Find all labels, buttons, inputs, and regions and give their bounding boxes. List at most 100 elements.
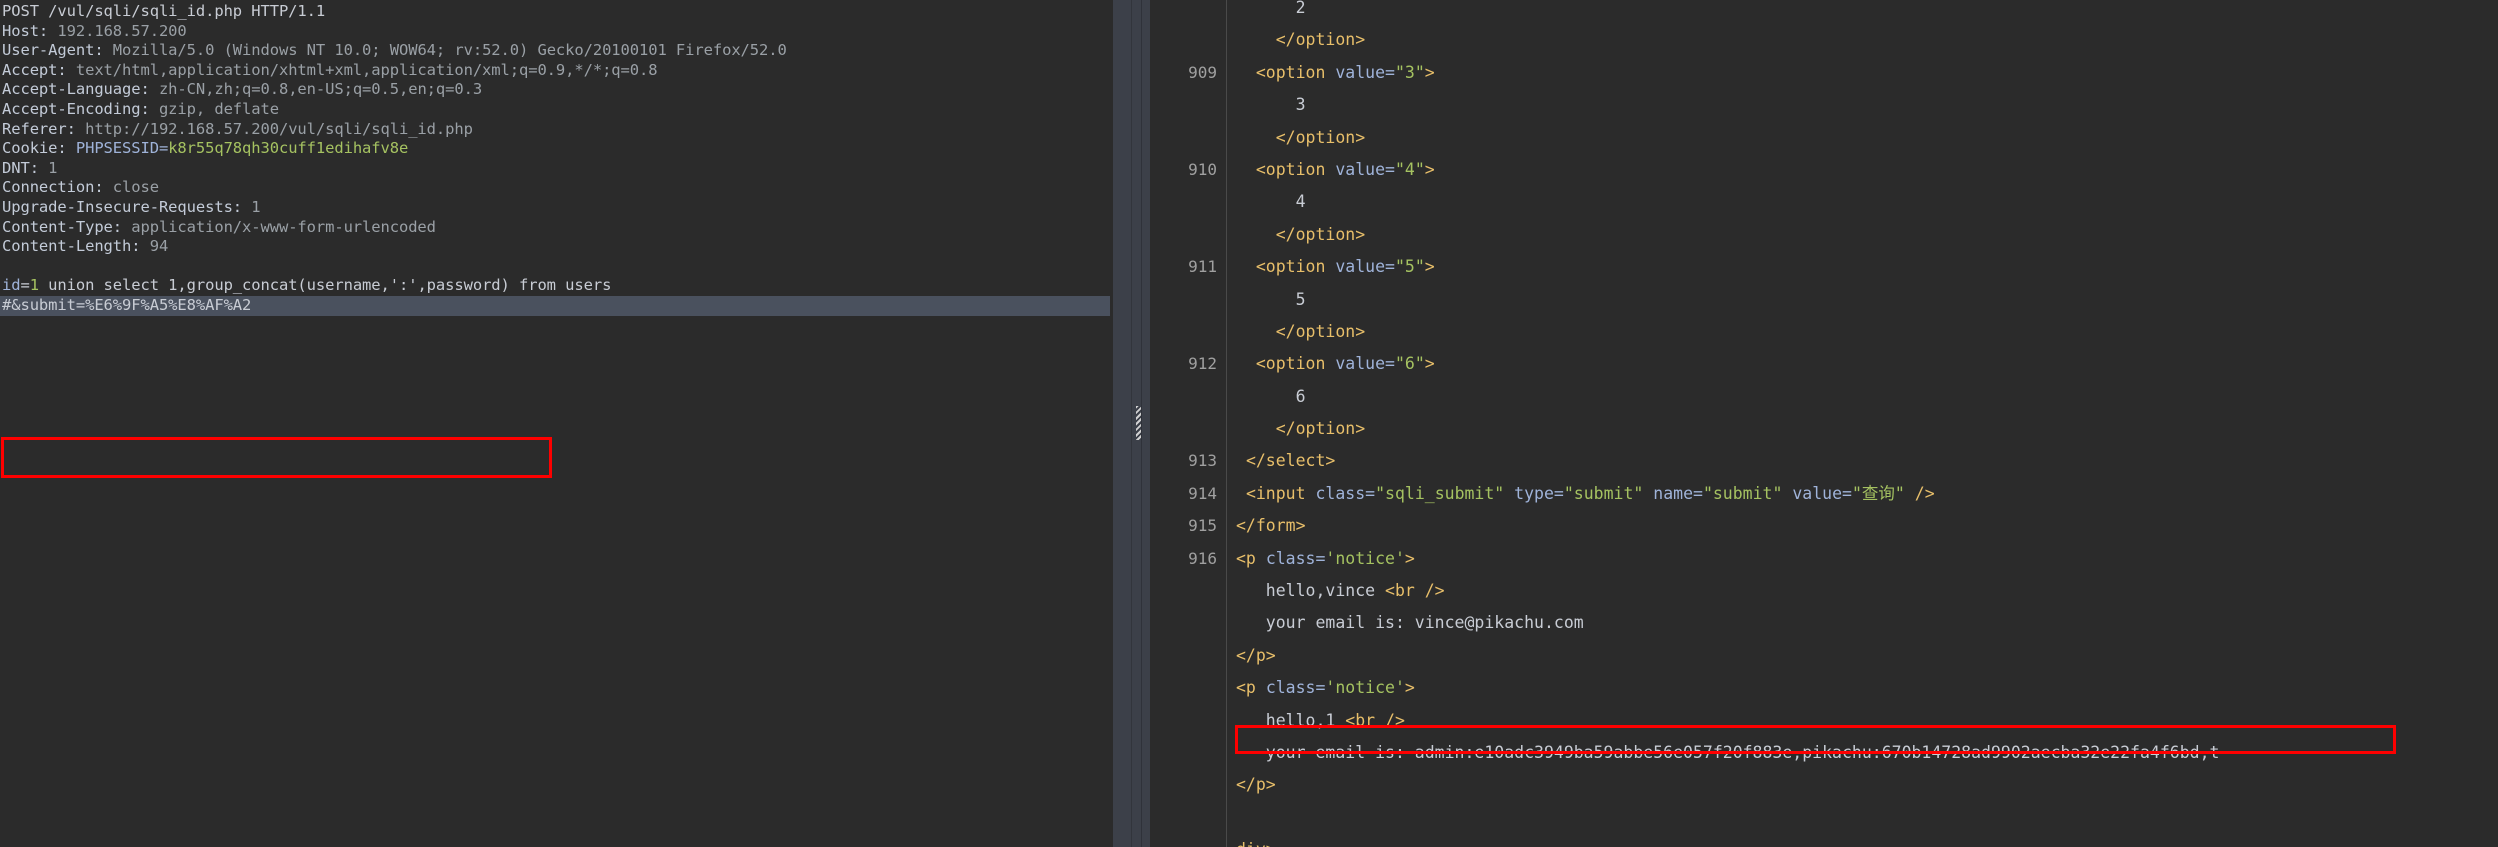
code-line[interactable]: 912 <option value="6"> <box>1165 348 2498 381</box>
code-token-str: 'notice' <box>1325 678 1405 698</box>
param-value: 1 <box>29 276 39 295</box>
header-name: Content-Type: <box>2 217 123 236</box>
line-number <box>1165 769 1226 802</box>
code-token-tag: </option> <box>1275 321 1366 341</box>
line-number: 909 <box>1165 56 1226 90</box>
code-line[interactable]: </option> <box>1165 121 2498 154</box>
request-line[interactable]: Content-Length: 94 <box>0 237 1110 257</box>
code-line[interactable]: 915 </form> <box>1165 510 2498 543</box>
code-line[interactable]: 910 <option value="4"> <box>1165 153 2498 187</box>
code-token-attr: class= <box>1315 483 1376 503</box>
code-line[interactable]: </option> <box>1165 315 2498 349</box>
header-name: Cookie: <box>2 139 67 158</box>
request-line[interactable]: Upgrade-Insecure-Requests: 1 <box>0 198 1110 218</box>
code-line[interactable]: your email is: admin:e10adc3949ba59abbe5… <box>1165 736 2498 770</box>
http-request-lines[interactable]: POST /vul/sqli/sqli_id.php HTTP/1.1 Host:… <box>0 0 1110 316</box>
code-line[interactable]: your email is: vince@pikachu.com <box>1165 607 2498 640</box>
code-line[interactable]: </p> <box>1165 639 2498 673</box>
code-line[interactable]: 911 <option value="5"> <box>1165 251 2498 284</box>
code-line[interactable]: 6 <box>1165 380 2498 414</box>
header-name: Content-Length: <box>2 237 141 256</box>
code-token-str: "4" <box>1394 159 1425 179</box>
code-token-punc <box>1236 160 1256 179</box>
code-text: 6 <box>1227 381 2498 413</box>
line-number <box>1165 380 1226 414</box>
code-token-punc <box>1236 257 1256 276</box>
code-text: </select> <box>1227 445 2498 477</box>
cookie-value: k8r55q78qh30cuff1edihafv8e <box>168 139 409 158</box>
line-number <box>1165 24 1226 57</box>
code-text: </option> <box>1227 24 2498 56</box>
code-token-txt: 3 <box>1236 95 1306 115</box>
code-line[interactable]: </option> <box>1165 24 2498 57</box>
code-token-punc <box>1236 63 1256 82</box>
code-line[interactable]: </option> <box>1165 413 2498 446</box>
request-line[interactable]: User-Agent: Mozilla/5.0 (Windows NT 10.0… <box>0 41 1110 61</box>
code-line[interactable]: </p> <box>1165 769 2498 802</box>
code-line[interactable]: </option> <box>1165 218 2498 252</box>
request-line[interactable]: Referer: http://192.168.57.200/vul/sqli/… <box>0 120 1110 140</box>
request-line[interactable]: Host: 192.168.57.200 <box>0 22 1110 42</box>
request-line[interactable]: Accept-Language: zh-CN,zh;q=0.8,en-US;q=… <box>0 80 1110 100</box>
code-token-tag: <br /> <box>1385 581 1445 601</box>
code-token-tag: > <box>1424 354 1435 374</box>
request-line[interactable]: Content-Type: application/x-www-form-url… <box>0 218 1110 238</box>
code-line[interactable]: hello,1 <br /> <box>1165 704 2498 737</box>
code-line[interactable]: <p class='notice'> <box>1165 672 2498 705</box>
code-token-str: "6" <box>1394 354 1425 374</box>
header-value: gzip, deflate <box>149 99 279 118</box>
line-number <box>1165 413 1226 446</box>
code-line[interactable]: 5 <box>1165 283 2498 316</box>
line-number <box>1165 218 1226 252</box>
code-line[interactable]: hello,vince <br /> <box>1165 575 2498 608</box>
code-line[interactable]: 4 <box>1165 186 2498 219</box>
source-code-panel[interactable]: 2 </option> 909 <option value="3"> 3 </op… <box>1165 0 2498 847</box>
code-token-str: "sqli_submit" <box>1375 483 1505 503</box>
request-line[interactable]: id=1 union select 1,group_concat(usernam… <box>0 276 1110 296</box>
code-line[interactable] <box>1165 801 2498 835</box>
line-number <box>1165 89 1226 122</box>
code-token-txt: 5 <box>1236 289 1306 309</box>
splitter-grip-icon[interactable] <box>1136 406 1141 440</box>
code-text: your email is: vince@pikachu.com <box>1227 607 2498 639</box>
request-line[interactable]: Connection: close <box>0 178 1110 198</box>
source-code-rows[interactable]: 2 </option> 909 <option value="3"> 3 </op… <box>1165 0 2498 847</box>
panel-splitter[interactable] <box>1110 0 1165 847</box>
code-token-attr: value= <box>1335 354 1395 374</box>
request-line[interactable]: POST /vul/sqli/sqli_id.php HTTP/1.1 <box>0 2 1110 22</box>
request-line[interactable]: Accept: text/html,application/xhtml+xml,… <box>0 61 1110 81</box>
code-line[interactable]: 914 <input class="sqli_submit" type="sub… <box>1165 477 2498 511</box>
param-name: id <box>2 276 21 295</box>
code-token-tag: <p <box>1236 548 1266 568</box>
code-token-txt: 2 <box>1236 0 1306 17</box>
cookie-key: PHPSESSID= <box>66 139 169 158</box>
request-line[interactable]: #&submit=%E6%9F%A5%E8%AF%A2 <box>0 295 1110 316</box>
request-line[interactable]: DNT: 1 <box>0 159 1110 179</box>
code-token-attr: value= <box>1335 257 1395 277</box>
code-token-attr: value= <box>1335 159 1395 179</box>
http-request-panel[interactable]: POST /vul/sqli/sqli_id.php HTTP/1.1 Host:… <box>0 0 1110 847</box>
splitter-bar-1[interactable] <box>1113 0 1131 847</box>
code-line[interactable]: 2 <box>1165 0 2498 25</box>
code-text: div> <box>1227 834 2498 847</box>
line-number <box>1165 736 1226 770</box>
header-value: 192.168.57.200 <box>48 21 187 40</box>
code-line[interactable]: 916 <p class='notice'> <box>1165 542 2498 576</box>
code-line[interactable]: 913 </select> <box>1165 445 2498 478</box>
header-name: Accept: <box>2 60 67 79</box>
line-number: 911 <box>1165 251 1226 284</box>
line-number <box>1165 704 1226 737</box>
header-name: DNT: <box>2 158 39 177</box>
splitter-bar-3[interactable] <box>1142 0 1150 847</box>
code-text: </option> <box>1227 413 2498 445</box>
request-line[interactable] <box>0 257 1110 277</box>
code-line[interactable]: 909 <option value="3"> <box>1165 56 2498 90</box>
request-line[interactable]: Cookie: PHPSESSID=k8r55q78qh30cuff1ediha… <box>0 139 1110 159</box>
code-line[interactable]: div> <box>1165 834 2498 847</box>
code-token-punc <box>1236 30 1276 49</box>
request-start-line: POST /vul/sqli/sqli_id.php HTTP/1.1 <box>2 2 326 20</box>
code-token-tag: </option> <box>1275 127 1366 147</box>
request-line[interactable]: Accept-Encoding: gzip, deflate <box>0 100 1110 120</box>
code-line[interactable]: 3 <box>1165 89 2498 122</box>
